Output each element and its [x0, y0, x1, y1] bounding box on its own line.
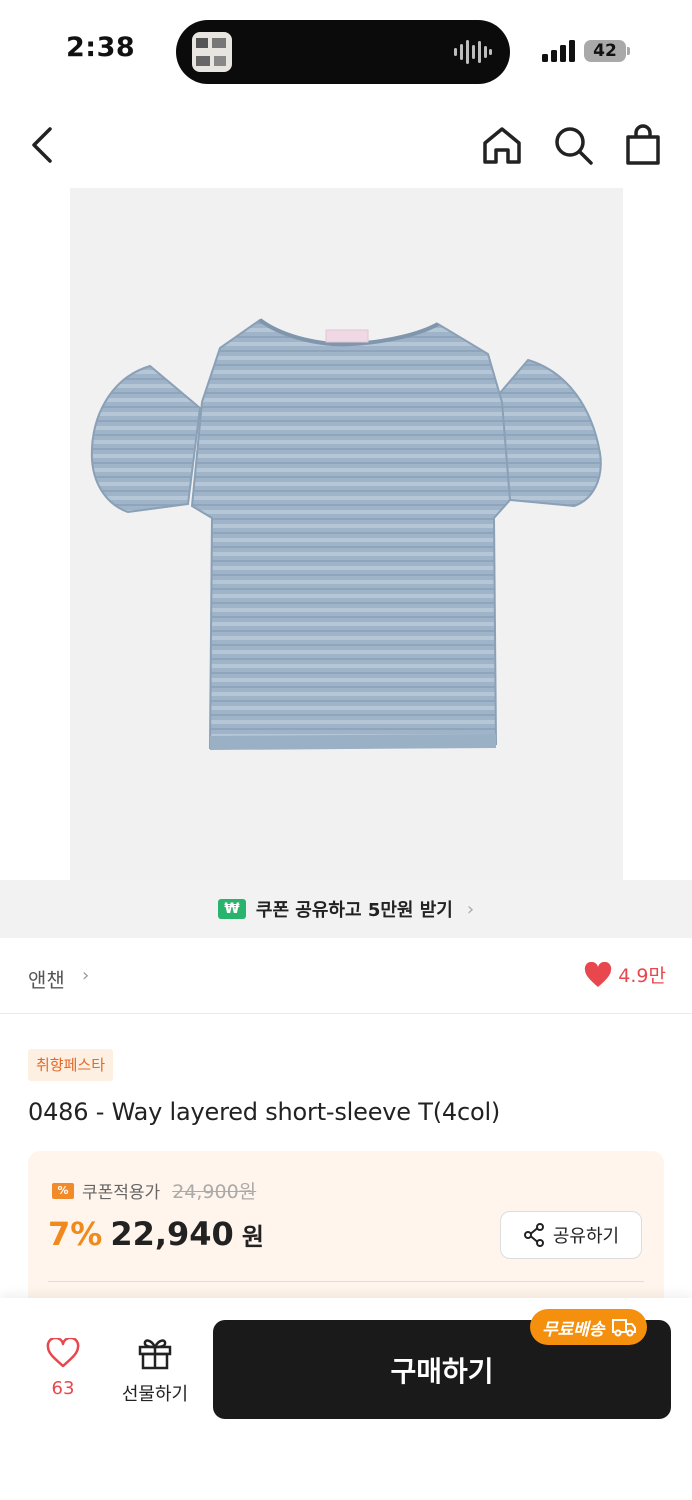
chevron-left-icon — [32, 127, 52, 163]
coupon-ticket-icon: % — [52, 1182, 74, 1199]
gift-label: 선물하기 — [121, 1384, 189, 1405]
brand-row: 앤챈 › 4.9만 — [0, 940, 692, 1014]
event-badge: 취향페스타 — [28, 1049, 114, 1081]
buy-button-label: 구매하기 — [390, 1354, 494, 1388]
product-title: 0486 - Way layered short-sleeve T(4col) — [28, 1098, 501, 1126]
discount-rate: 7% — [48, 1215, 103, 1253]
share-icon — [523, 1223, 544, 1247]
top-navigation — [0, 110, 692, 182]
brand-name-link[interactable]: 앤챈 — [28, 964, 65, 993]
bottom-action-bar: 63 선물하기 구매하기 무료배송 — [0, 1298, 692, 1500]
won-badge-icon: ₩ — [217, 899, 246, 919]
gift-icon — [138, 1339, 172, 1370]
free-shipping-badge: 무료배송 — [530, 1309, 647, 1345]
status-time: 2:38 — [66, 32, 136, 63]
coupon-share-banner[interactable]: ₩ 쿠폰 공유하고 5만원 받기 › — [0, 880, 692, 938]
price-box: % 쿠폰적용가 24,900원 7% 22,940 원 공유하기 — [28, 1151, 664, 1311]
chevron-right-icon: › — [82, 965, 90, 986]
battery-indicator: 42 — [584, 40, 626, 62]
shopping-bag-icon — [626, 124, 660, 165]
share-button[interactable]: 공유하기 — [500, 1211, 642, 1259]
status-bar: 2:38 42 — [0, 0, 692, 100]
wishlist-count: 63 — [51, 1378, 75, 1399]
truck-icon — [611, 1319, 636, 1337]
cart-button[interactable] — [618, 120, 668, 170]
gift-button[interactable]: 선물하기 — [112, 1336, 198, 1406]
back-button[interactable] — [18, 120, 68, 170]
product-photo-tshirt — [90, 318, 602, 750]
heart-filled-icon — [585, 961, 612, 987]
share-label: 공유하기 — [552, 1226, 620, 1247]
sale-price-line: 7% 22,940 원 — [48, 1215, 264, 1253]
dynamic-island[interactable] — [176, 20, 510, 84]
divider — [48, 1281, 644, 1282]
coupon-banner-text: 쿠폰 공유하고 5만원 받기 — [255, 900, 453, 921]
home-icon — [483, 127, 521, 164]
home-button[interactable] — [477, 120, 527, 170]
search-icon — [555, 127, 593, 165]
audio-wave-icon — [454, 40, 492, 64]
battery-nub — [627, 47, 630, 55]
free-shipping-label: 무료배송 — [542, 1319, 605, 1340]
search-button[interactable] — [548, 120, 598, 170]
currency-unit: 원 — [241, 1223, 264, 1251]
wishlist-button[interactable]: 63 — [28, 1336, 98, 1399]
heart-outline-icon — [46, 1336, 80, 1368]
product-image[interactable] — [70, 188, 623, 880]
chevron-right-icon: › — [466, 898, 475, 920]
now-playing-thumbnail — [192, 32, 232, 72]
brand-like-button[interactable]: 4.9만 — [584, 961, 666, 988]
original-price: 24,900원 — [172, 1181, 257, 1203]
brand-like-count: 4.9만 — [618, 965, 666, 987]
cellular-signal-icon — [542, 40, 575, 62]
sale-price: 22,940 — [110, 1215, 234, 1253]
coupon-price-label: 쿠폰적용가 — [82, 1183, 161, 1203]
coupon-price-line: % 쿠폰적용가 24,900원 — [52, 1177, 256, 1204]
